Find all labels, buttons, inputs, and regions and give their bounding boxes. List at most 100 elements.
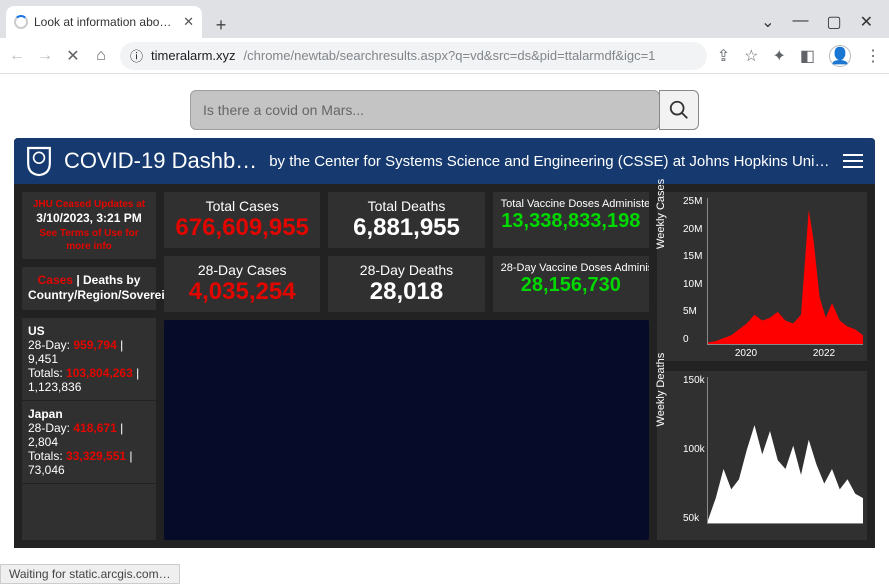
val-28day-deaths: 9,451 — [28, 352, 58, 366]
val-total-deaths: 1,123,836 — [28, 380, 81, 394]
back-icon[interactable]: ← — [8, 47, 26, 65]
stat-value: 4,035,254 — [172, 278, 312, 306]
ytick: 25M — [683, 196, 702, 207]
stat-label: 28-Day Cases — [172, 262, 312, 278]
covid-dashboard: COVID-19 Dashb… by the Center for System… — [14, 138, 875, 548]
browser-tab[interactable]: Look at information about sprea… ✕ — [6, 6, 202, 38]
ytick: 20M — [683, 224, 702, 235]
window-minimize-icon[interactable]: — — [792, 12, 808, 32]
region-header-panel: Cases | Deaths by Country/Region/Soverei… — [22, 267, 156, 310]
label-28day: 28-Day: — [28, 421, 73, 435]
chart-area-shape — [708, 198, 863, 344]
chart-ylabel: Weekly Deaths — [655, 352, 667, 426]
stat-28day-vaccine: 28-Day Vaccine Doses Administered 28,156… — [493, 256, 649, 312]
browser-status-bar: Waiting for static.arcgis.com… — [0, 564, 180, 584]
dashboard-subtitle: by the Center for Systems Science and En… — [269, 153, 831, 170]
browser-toolbar: ← → ✕ ⌂ ⓘ timeralarm.xyz/chrome/newtab/s… — [0, 38, 889, 74]
forward-icon[interactable]: → — [36, 47, 54, 65]
val-total-cases: 103,804,263 — [66, 366, 133, 380]
chart-area-shape — [708, 377, 863, 523]
label-28day: 28-Day: — [28, 338, 73, 352]
stop-icon[interactable]: ✕ — [64, 46, 82, 66]
stat-value: 28,018 — [336, 278, 476, 306]
chart-yticks: 25M 20M 15M 10M 5M 0 — [683, 196, 702, 345]
val-28day-cases: 418,671 — [73, 421, 116, 435]
left-column: JHU Ceased Updates at 3/10/2023, 3:21 PM… — [22, 192, 156, 540]
chart-yticks: 150k 100k 50k — [683, 375, 705, 524]
jhu-logo-icon — [26, 145, 52, 177]
bookmark-icon[interactable]: ☆ — [744, 46, 758, 66]
dashboard-menu-icon[interactable] — [843, 154, 863, 168]
stat-value: 28,156,730 — [501, 274, 641, 297]
stat-total-deaths: Total Deaths 6,881,955 — [328, 192, 484, 248]
chart-plot-area — [707, 377, 863, 524]
extensions-icon[interactable]: ✦ — [772, 46, 785, 66]
tab-strip: Look at information about sprea… ✕ + ⌄ —… — [0, 0, 889, 38]
window-close-icon[interactable]: ✕ — [860, 12, 873, 32]
ytick: 100k — [683, 444, 705, 455]
stat-total-vaccine: Total Vaccine Doses Administered 13,338,… — [493, 192, 649, 248]
update-line3: See Terms of Use for more info — [28, 227, 150, 253]
country-name: US — [28, 324, 150, 338]
window-maximize-icon[interactable]: ▢ — [826, 12, 841, 32]
window-dropdown-icon[interactable]: ⌄ — [761, 12, 774, 32]
chart-weekly-deaths[interactable]: Weekly Deaths 150k 100k 50k — [657, 371, 867, 540]
stat-value: 676,609,955 — [172, 214, 312, 242]
stat-label: 28-Day Vaccine Doses Administered — [501, 262, 641, 274]
xtick: 2022 — [813, 348, 835, 359]
site-info-icon[interactable]: ⓘ — [130, 46, 143, 65]
loading-spinner-icon — [14, 15, 28, 29]
window-controls: ⌄ — ▢ ✕ — [761, 12, 883, 32]
search-input[interactable]: Is there a covid on Mars... — [190, 90, 660, 130]
stat-total-cases: Total Cases 676,609,955 — [164, 192, 320, 248]
country-list[interactable]: US 28-Day: 959,794 | 9,451 Totals: 103,8… — [22, 318, 156, 540]
dashboard-header: COVID-19 Dashb… by the Center for System… — [14, 138, 875, 184]
val-28day-deaths: 2,804 — [28, 435, 58, 449]
world-map[interactable] — [164, 320, 649, 540]
home-icon[interactable]: ⌂ — [92, 47, 110, 65]
stat-28day-cases: 28-Day Cases 4,035,254 — [164, 256, 320, 312]
val-28day-cases: 959,794 — [73, 338, 116, 352]
dashboard-body: JHU Ceased Updates at 3/10/2023, 3:21 PM… — [14, 184, 875, 548]
chart-ylabel: Weekly Cases — [655, 178, 667, 248]
right-column: Weekly Cases 25M 20M 15M 10M 5M 0 — [657, 192, 867, 540]
chart-xaxis: 2020 2022 — [707, 348, 863, 359]
url-host: timeralarm.xyz — [151, 48, 236, 63]
label-totals: Totals: — [28, 366, 66, 380]
ytick: 10M — [683, 279, 702, 290]
page-body: Is there a covid on Mars... COVID-19 Das… — [0, 74, 889, 584]
tab-close-icon[interactable]: ✕ — [183, 14, 194, 30]
ytick: 15M — [683, 251, 702, 262]
ytick: 5M — [683, 306, 702, 317]
tab-title: Look at information about sprea… — [34, 15, 177, 29]
new-tab-button[interactable]: + — [208, 12, 234, 38]
country-name: Japan — [28, 407, 150, 421]
address-bar[interactable]: ⓘ timeralarm.xyz/chrome/newtab/searchres… — [120, 42, 707, 70]
stat-label: Total Cases — [172, 198, 312, 214]
share-icon[interactable]: ⇪ — [717, 46, 730, 66]
update-date: 3/10/2023, 3:21 PM — [28, 211, 150, 227]
stat-value: 6,881,955 — [336, 214, 476, 242]
chart-weekly-cases[interactable]: Weekly Cases 25M 20M 15M 10M 5M 0 — [657, 192, 867, 361]
menu-icon[interactable]: ⋮ — [865, 46, 881, 66]
chart-plot-area — [707, 198, 863, 345]
profile-avatar-icon[interactable]: 👤 — [829, 45, 851, 67]
ytick: 0 — [683, 334, 702, 345]
update-notice-panel: JHU Ceased Updates at 3/10/2023, 3:21 PM… — [22, 192, 156, 259]
url-path: /chrome/newtab/searchresults.aspx?q=vd&s… — [244, 48, 656, 63]
search-button[interactable] — [659, 90, 699, 130]
dashboard-title: COVID-19 Dashb… — [64, 148, 257, 174]
search-icon — [668, 99, 690, 121]
val-total-deaths: 73,046 — [28, 463, 65, 477]
region-cases-word: Cases — [38, 273, 73, 287]
stat-row-top: Total Cases 676,609,955 Total Deaths 6,8… — [164, 192, 649, 248]
sidepanel-icon[interactable]: ◧ — [800, 46, 815, 66]
stat-28day-deaths: 28-Day Deaths 28,018 — [328, 256, 484, 312]
stat-label: Total Vaccine Doses Administered — [501, 198, 641, 210]
center-column: Total Cases 676,609,955 Total Deaths 6,8… — [164, 192, 649, 540]
country-item[interactable]: Japan 28-Day: 418,671 | 2,804 Totals: 33… — [22, 401, 156, 484]
ytick: 50k — [683, 513, 705, 524]
search-row: Is there a covid on Mars... — [0, 74, 889, 138]
country-item[interactable]: US 28-Day: 959,794 | 9,451 Totals: 103,8… — [22, 318, 156, 401]
search-placeholder: Is there a covid on Mars... — [203, 102, 364, 118]
